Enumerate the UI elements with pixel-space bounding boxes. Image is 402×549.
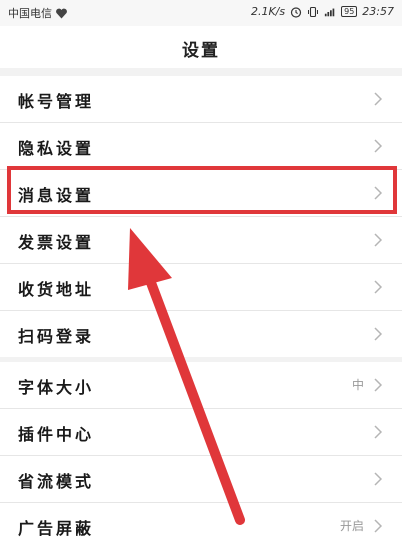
- page-title: 设置: [182, 41, 220, 61]
- alarm-icon: [291, 6, 302, 18]
- status-bar: 中国电信 2.1K/s 95 23:57: [0, 0, 402, 26]
- header: 设置: [0, 26, 402, 68]
- heart-icon: [56, 8, 67, 18]
- chevron-right-icon: [374, 327, 383, 341]
- row-label: 帐号管理: [18, 92, 95, 111]
- signal-icon: [324, 8, 335, 16]
- chevron-right-icon: [374, 280, 383, 294]
- clock: 23:57: [362, 5, 394, 18]
- battery-indicator: 95: [341, 6, 358, 17]
- row-value: 中: [351, 378, 364, 392]
- vibrate-icon: [308, 6, 319, 17]
- row-label: 扫码登录: [18, 327, 95, 346]
- row-ad-block[interactable]: 广告屏蔽 开启: [0, 503, 402, 549]
- settings-group-2: 字体大小 中 插件中心 省流模式 广告屏蔽 开启: [0, 362, 402, 549]
- chevron-right-icon: [374, 425, 383, 439]
- row-privacy-settings[interactable]: 隐私设置: [0, 123, 402, 170]
- row-plugin-center[interactable]: 插件中心: [0, 409, 402, 456]
- chevron-right-icon: [374, 472, 383, 486]
- chevron-right-icon: [374, 378, 383, 392]
- highlight-box: [7, 166, 397, 214]
- settings-group-1: 帐号管理 隐私设置 消息设置 发票设置 收货地址 扫码登录: [0, 76, 402, 357]
- row-label: 省流模式: [18, 472, 95, 491]
- row-label: 广告屏蔽: [18, 519, 95, 538]
- row-shipping-address[interactable]: 收货地址: [0, 264, 402, 311]
- row-font-size[interactable]: 字体大小 中: [0, 362, 402, 409]
- row-value: 开启: [339, 519, 364, 533]
- carrier-label: 中国电信: [8, 7, 52, 20]
- row-label: 收货地址: [18, 280, 95, 299]
- row-label: 字体大小: [18, 378, 95, 397]
- row-scan-login[interactable]: 扫码登录: [0, 311, 402, 357]
- chevron-right-icon: [374, 233, 383, 247]
- row-invoice-settings[interactable]: 发票设置: [0, 217, 402, 264]
- chevron-right-icon: [374, 92, 383, 106]
- network-speed: 2.1K/s: [250, 5, 286, 18]
- chevron-right-icon: [374, 139, 383, 153]
- chevron-right-icon: [374, 519, 383, 533]
- row-data-saver[interactable]: 省流模式: [0, 456, 402, 503]
- row-account-management[interactable]: 帐号管理: [0, 76, 402, 123]
- row-label: 插件中心: [18, 425, 95, 444]
- row-label: 隐私设置: [18, 139, 95, 158]
- row-label: 发票设置: [18, 233, 95, 252]
